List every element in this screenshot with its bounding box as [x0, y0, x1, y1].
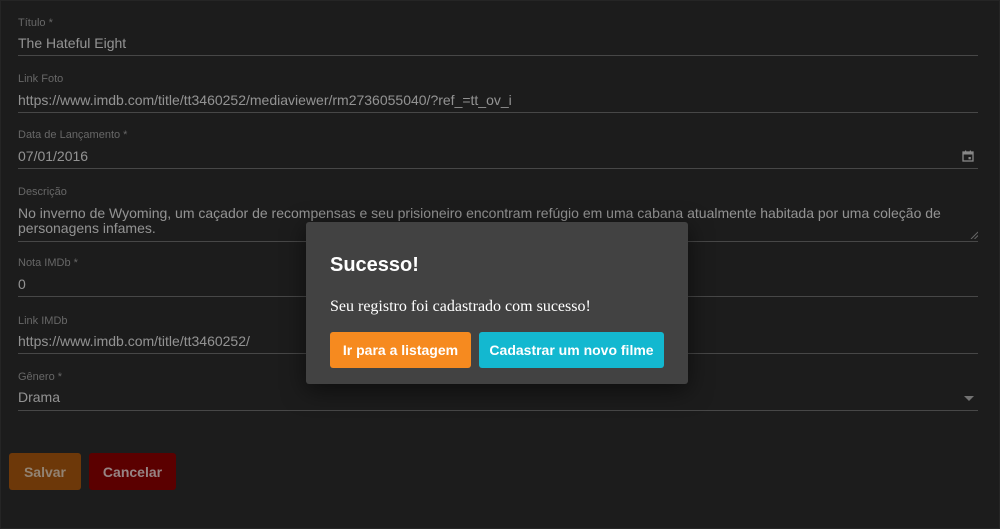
success-dialog: Sucesso! Seu registro foi cadastrado com…	[306, 222, 688, 384]
go-to-list-button[interactable]: Ir para a listagem	[330, 332, 471, 368]
new-movie-button[interactable]: Cadastrar um novo filme	[479, 332, 664, 368]
dialog-message: Seu registro foi cadastrado com sucesso!	[330, 298, 591, 315]
dialog-title: Sucesso!	[330, 254, 419, 276]
